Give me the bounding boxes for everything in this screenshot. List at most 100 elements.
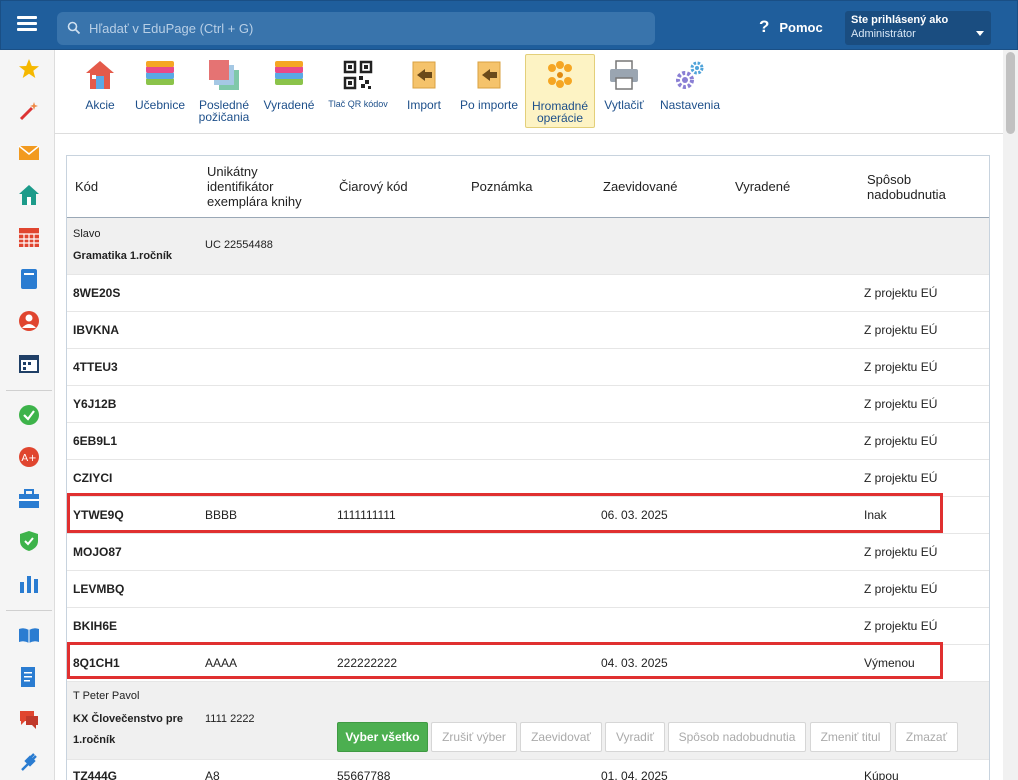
textbooks-button[interactable]: Učebnice — [133, 54, 187, 128]
col-discarded[interactable]: Vyradené — [735, 179, 790, 194]
bulk-action-bar: Vyber všetko Zrušiť výber Zaevidovať Vyr… — [67, 722, 989, 752]
check-circle-icon[interactable] — [18, 404, 40, 426]
scrollbar-thumb[interactable] — [1006, 52, 1015, 134]
col-note[interactable]: Poznámka — [471, 179, 532, 194]
book-group-row[interactable]: Slavo Gramatika 1.ročník UC 22554488 — [67, 218, 989, 275]
calendar-grid-icon[interactable] — [18, 226, 40, 248]
row-unique-id: BBBB — [205, 508, 238, 522]
calendar-icon[interactable] — [18, 352, 40, 374]
row-code: 8WE20S — [73, 286, 121, 300]
import-arrow-icon — [412, 61, 436, 89]
row-code: CZIYCI — [73, 471, 113, 485]
bulk-operations-button[interactable]: Hromadné operácie — [525, 54, 595, 128]
gears-icon — [676, 61, 704, 89]
settings-button[interactable]: Nastavenia — [657, 54, 723, 128]
notebook-icon[interactable] — [18, 268, 40, 290]
table-row[interactable]: YTWE9Q BBBB 1111111111 06. 03. 2025 Inak — [67, 497, 989, 534]
search-icon — [67, 21, 81, 35]
star-icon[interactable] — [18, 58, 40, 80]
row-acquisition: Z projektu EÚ — [864, 471, 938, 485]
delete-button[interactable]: Zmazať — [895, 722, 958, 752]
book-unique-id: UC 22554488 — [205, 239, 273, 251]
book-title: Gramatika 1.ročník — [73, 250, 173, 262]
table-row[interactable]: Y6J12B Z projektu EÚ — [67, 386, 989, 423]
print-button[interactable]: Vytlačiť — [601, 54, 647, 128]
row-unique-id: AAAA — [205, 656, 238, 670]
chevron-down-icon — [976, 31, 984, 36]
import-arrow-icon — [477, 61, 501, 89]
row-code: LEVMBQ — [73, 582, 125, 596]
hamburger-menu-icon[interactable] — [13, 13, 41, 37]
user-icon[interactable] — [18, 310, 40, 332]
row-code: IBVKNA — [73, 323, 120, 337]
plug-icon[interactable] — [18, 750, 40, 772]
question-icon: ? — [759, 17, 770, 36]
books-stack-icon — [146, 61, 174, 85]
register-button[interactable]: Zaevidovať — [520, 722, 602, 752]
shield-icon[interactable] — [18, 530, 40, 552]
col-unique-id[interactable]: Unikátny identifikátor exemplára knihy — [207, 164, 302, 209]
row-code: 4TTEU3 — [73, 360, 118, 374]
chat-icon[interactable] — [18, 708, 40, 730]
import-button[interactable]: Import — [401, 54, 447, 128]
row-code: MOJO87 — [73, 545, 122, 559]
user-menu[interactable]: Ste prihlásený ako Administrátor — [845, 11, 991, 45]
sidebar: A+ — [0, 50, 55, 780]
row-acquisition: Z projektu EÚ — [864, 323, 938, 337]
help-label: Pomoc — [779, 19, 823, 35]
table-row[interactable]: 6EB9L1 Z projektu EÚ — [67, 423, 989, 460]
chart-icon[interactable] — [18, 572, 40, 594]
row-registered: 01. 04. 2025 — [601, 769, 668, 780]
row-acquisition: Z projektu EÚ — [864, 286, 938, 300]
table-row[interactable]: LEVMBQ Z projektu EÚ — [67, 571, 989, 608]
search-input[interactable] — [89, 12, 629, 45]
table-row[interactable]: 8WE20S Z projektu EÚ — [67, 275, 989, 312]
table-row[interactable]: TZ444G A8 55667788 01. 04. 2025 Kúpou — [67, 760, 989, 780]
actions-button[interactable]: Akcie — [75, 54, 125, 128]
book-author: T Peter Pavol — [73, 690, 140, 702]
document-icon[interactable] — [18, 666, 40, 688]
qr-code-icon — [343, 60, 373, 90]
row-acquisition: Kúpou — [864, 769, 899, 780]
row-registered: 06. 03. 2025 — [601, 508, 668, 522]
table-row[interactable]: MOJO87 Z projektu EÚ — [67, 534, 989, 571]
select-all-button[interactable]: Vyber všetko — [337, 722, 428, 752]
table-row[interactable]: CZIYCI Z projektu EÚ — [67, 460, 989, 497]
recent-loans-button[interactable]: Posledné požičania — [195, 54, 253, 128]
acquisition-method-button[interactable]: Spôsob nadobudnutia — [668, 722, 806, 752]
col-barcode[interactable]: Čiarový kód — [339, 179, 408, 194]
table-row[interactable]: 4TTEU3 Z projektu EÚ — [67, 349, 989, 386]
mail-icon[interactable] — [18, 142, 40, 164]
row-registered: 04. 03. 2025 — [601, 656, 668, 670]
main-content: Akcie Učebnice Posledné požičania Vyrade… — [55, 50, 1003, 780]
table-row[interactable]: 8Q1CH1 AAAA 222222222 04. 03. 2025 Výmenou — [67, 645, 989, 682]
search-box[interactable] — [57, 12, 655, 45]
change-title-button[interactable]: Zmeniť titul — [810, 722, 891, 752]
discard-button[interactable]: Vyradiť — [605, 722, 665, 752]
col-code[interactable]: Kód — [75, 179, 98, 194]
col-acquisition[interactable]: Spôsob nadobudnutia — [867, 172, 946, 202]
scrollbar[interactable] — [1003, 50, 1018, 780]
col-registered[interactable]: Zaevidované — [603, 179, 677, 194]
row-acquisition: Z projektu EÚ — [864, 360, 938, 374]
open-book-icon[interactable] — [18, 624, 40, 646]
magic-wand-icon[interactable] — [18, 100, 40, 122]
group-people-icon — [548, 61, 572, 88]
print-qr-button[interactable]: Tlač QR kódov — [325, 54, 391, 128]
row-acquisition: Inak — [864, 508, 887, 522]
home-icon[interactable] — [18, 184, 40, 206]
row-acquisition: Z projektu EÚ — [864, 619, 938, 633]
row-acquisition: Z projektu EÚ — [864, 434, 938, 448]
discarded-button[interactable]: Vyradené — [261, 54, 317, 128]
sidebar-divider — [6, 610, 52, 611]
row-code: 6EB9L1 — [73, 434, 118, 448]
sidebar-divider — [6, 390, 52, 391]
toolbar: Akcie Učebnice Posledné požičania Vyrade… — [55, 50, 1003, 134]
after-import-button[interactable]: Po importe — [457, 54, 521, 128]
table-row[interactable]: IBVKNA Z projektu EÚ — [67, 312, 989, 349]
grade-icon[interactable]: A+ — [18, 446, 40, 468]
briefcase-icon[interactable] — [18, 488, 40, 510]
table-row[interactable]: BKIH6E Z projektu EÚ — [67, 608, 989, 645]
help-button[interactable]: ? Pomoc — [759, 15, 823, 39]
cancel-selection-button[interactable]: Zrušiť výber — [431, 722, 517, 752]
